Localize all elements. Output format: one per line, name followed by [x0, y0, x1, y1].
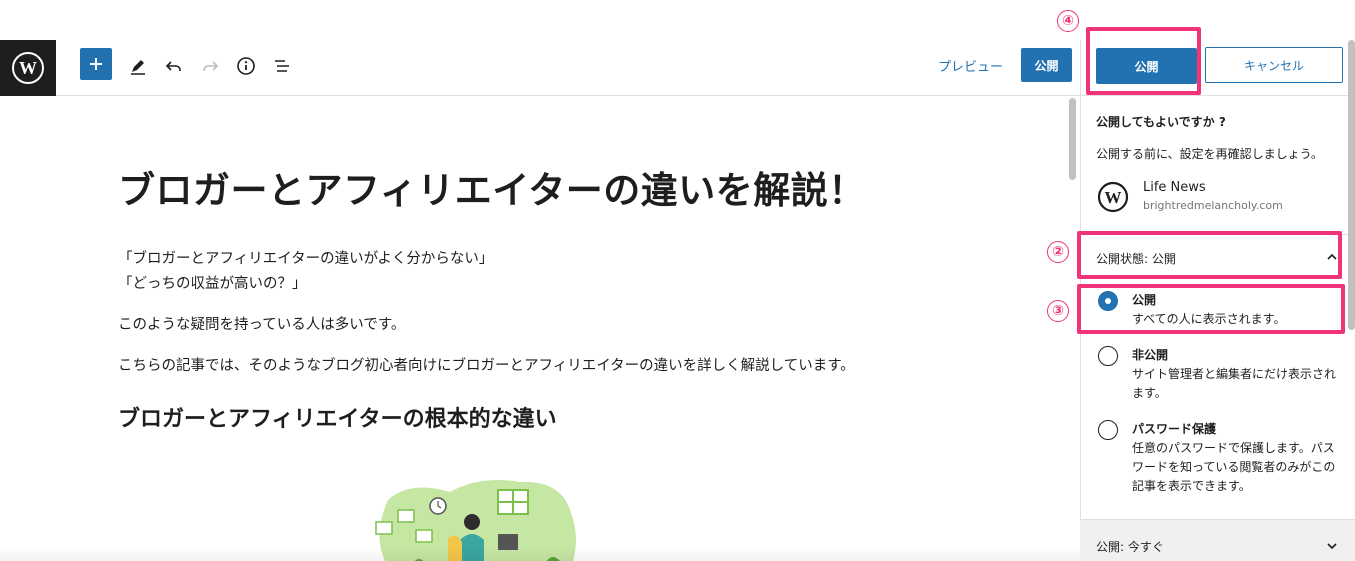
editor-bottom-shadow: [0, 547, 1080, 561]
annotation-number-3: ③: [1047, 300, 1069, 322]
annotation-number-2: ②: [1047, 241, 1069, 263]
info-icon[interactable]: [230, 52, 262, 80]
site-icon: W: [1097, 181, 1129, 213]
cancel-button[interactable]: キャンセル: [1205, 47, 1343, 83]
svg-text:W: W: [1105, 188, 1122, 207]
paragraph-block[interactable]: 「ブロガーとアフィリエイターの違いがよく分からない」 「どっちの収益が高いの？」: [118, 247, 493, 297]
radio-button[interactable]: [1098, 346, 1118, 366]
editor-scrollbar[interactable]: [1069, 98, 1076, 180]
paragraph-block[interactable]: こちらの記事では、そのようなブログ初心者向けにブロガーとアフィリエイターの違いを…: [118, 354, 855, 379]
schedule-label: 公開: 今すぐ: [1096, 540, 1164, 554]
redo-icon[interactable]: [194, 52, 226, 80]
option-title: 非公開: [1132, 348, 1169, 362]
radio-button[interactable]: [1098, 420, 1118, 440]
option-title: パスワード保護: [1132, 422, 1217, 436]
post-title[interactable]: ブロガーとアフィリエイターの違いを解説！: [118, 160, 866, 214]
undo-icon[interactable]: [158, 52, 190, 80]
publish-toggle-button[interactable]: 公開: [1021, 48, 1072, 82]
site-name: Life News: [1143, 180, 1206, 195]
annotation-number-4: ④: [1057, 10, 1079, 32]
option-description: サイト管理者と編集者にだけ表示されます。: [1132, 367, 1337, 400]
toolbar-divider: [56, 95, 1080, 96]
chevron-down-icon: [1325, 538, 1339, 552]
preview-button[interactable]: プレビュー: [938, 56, 1003, 75]
annotation-box-visibility: [1077, 231, 1342, 279]
publish-hint: 公開する前に、設定を再確認しましょう。: [1096, 147, 1323, 161]
annotation-box-public-option: [1077, 284, 1345, 334]
plus-icon[interactable]: [80, 48, 112, 80]
paragraph-line: 「ブロガーとアフィリエイターの違いがよく分からない」: [118, 251, 494, 267]
paragraph-line: 「どっちの収益が高いの？」: [118, 276, 307, 292]
panel-scrollbar[interactable]: [1348, 40, 1355, 330]
site-url: brightredmelancholy.com: [1143, 199, 1283, 212]
pencil-icon[interactable]: [122, 52, 154, 80]
publish-schedule-toggle[interactable]: 公開: 今すぐ: [1080, 519, 1355, 561]
annotation-box-publish: [1086, 27, 1201, 95]
paragraph-block[interactable]: このような疑問を持っている人は多いです。: [118, 313, 405, 338]
editor-screen: W プレビュー 公開 ブロガーとアフィリエイターの違いを解説！ 「ブロガーとアフ…: [0, 0, 1355, 561]
list-view-icon[interactable]: [266, 52, 298, 80]
heading-block[interactable]: ブロガーとアフィリエイターの根本的な違い: [118, 401, 557, 433]
option-description: 任意のパスワードで保護します。パスワードを知っている閲覧者のみがこの記事を表示で…: [1132, 441, 1336, 493]
publish-question: 公開してもよいですか ?: [1096, 115, 1226, 129]
panel-header-divider: [1080, 95, 1355, 96]
svg-text:W: W: [19, 58, 37, 78]
wordpress-logo-icon[interactable]: W: [0, 40, 56, 96]
